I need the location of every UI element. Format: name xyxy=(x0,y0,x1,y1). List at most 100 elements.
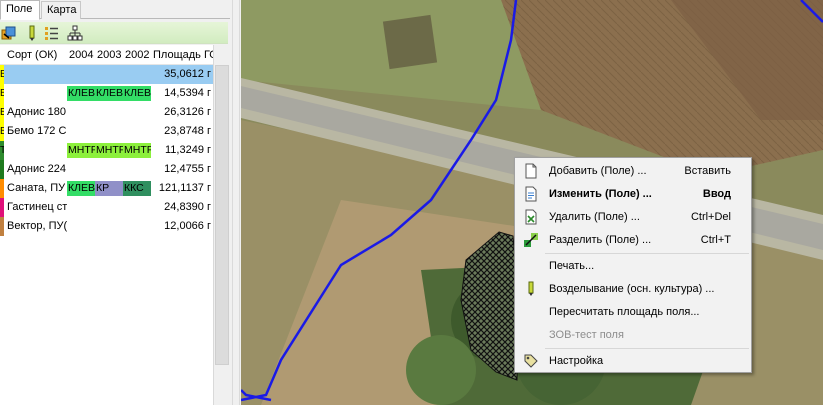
menu-item-label: Добавить (Поле) ... xyxy=(549,165,647,177)
cell-area: 26,3126 г xyxy=(164,106,211,118)
crop-code-badge: МНТР xyxy=(123,143,151,158)
column-header-2003[interactable]: 2003 xyxy=(97,45,123,65)
cell-y2002 xyxy=(123,103,151,122)
cell-y2003: КЛЕВ xyxy=(95,84,123,103)
layers-add-icon[interactable] xyxy=(1,25,17,41)
cell-y2004 xyxy=(67,217,95,236)
menu-item-shortcut: Ввод xyxy=(702,188,731,200)
table-row[interactable]: ВАдонис 180 26,3126 г xyxy=(0,103,213,122)
cell-y2002 xyxy=(123,122,151,141)
cell-y2002: ККС xyxy=(123,179,151,198)
context-menu: Добавить (Поле) ... Вставить Изменить (Пол… xyxy=(514,157,752,373)
cell-y2004 xyxy=(67,103,95,122)
cell-y2002: МНТР xyxy=(123,141,151,160)
document-edit-icon xyxy=(525,186,537,202)
crop-code-badge: МНТР xyxy=(67,143,95,158)
pencil-crop-icon[interactable] xyxy=(24,25,40,41)
tab-karta[interactable]: Карта xyxy=(41,1,81,19)
cell-sort: Вектор, ПУ( xyxy=(7,220,67,232)
menu-item-2[interactable]: Изменить (Поле) ... Ввод xyxy=(517,183,749,205)
menu-item-3[interactable]: Удалить (Поле) ... Ctrl+Del xyxy=(517,206,749,228)
menu-item-6[interactable]: Возделывание (осн. культура) ... xyxy=(517,278,749,300)
menu-item-7[interactable]: Пересчитать площадь поля... xyxy=(517,301,749,323)
table-row[interactable]: Гастинец ст 24,8390 г xyxy=(0,198,213,217)
menu-item-9[interactable]: Настройка xyxy=(517,350,749,372)
menu-item-8[interactable]: ЗОВ-тест поля xyxy=(517,324,749,346)
crop-code-badge: КЛЕВ xyxy=(67,181,95,196)
tree-cluster-3 xyxy=(406,335,476,405)
menu-item-label: Удалить (Поле) ... xyxy=(549,211,640,223)
panel-splitter[interactable] xyxy=(232,0,240,405)
menu-separator xyxy=(545,348,749,349)
column-header-area[interactable]: Площадь ГО xyxy=(153,45,213,65)
row-color-marker xyxy=(0,217,4,236)
cell-y2002 xyxy=(123,65,151,84)
tab-pole[interactable]: Поле xyxy=(0,0,40,20)
table-row[interactable]: Вектор, ПУ(12,0066 г xyxy=(0,217,213,236)
cell-y2003 xyxy=(95,198,123,217)
crop-code-badge: МНТР xyxy=(95,143,123,158)
menu-item-4[interactable]: Разделить (Поле) ... Ctrl+T xyxy=(517,229,749,251)
cell-area: 11,3249 г xyxy=(164,144,211,156)
cell-y2003 xyxy=(95,160,123,179)
crop-code-badge: ККС xyxy=(123,181,151,196)
cell-y2004: КЛЕВ xyxy=(67,179,95,198)
field-table: Сорт (ОК) 2004 2003 2002 Площадь ГО В 35,… xyxy=(0,45,214,405)
menu-item-shortcut: Вставить xyxy=(684,165,731,177)
row-color-marker: В xyxy=(0,122,4,141)
crop-code-badge: КЛЕВ xyxy=(123,86,151,101)
cell-sort: Бемо 172 СЕ xyxy=(7,125,67,137)
table-row[interactable]: Адонис 224 12,4755 г xyxy=(0,160,213,179)
cell-y2004: КЛЕВ xyxy=(67,84,95,103)
menu-item-label: Изменить (Поле) ... xyxy=(549,188,652,200)
document-new-icon xyxy=(525,163,537,179)
column-header-2002[interactable]: 2002 xyxy=(125,45,152,65)
cell-y2002 xyxy=(123,217,151,236)
crop-code-badge: КР xyxy=(95,181,123,196)
square-plot xyxy=(382,14,438,70)
table-row[interactable]: Саната, ПУ КЛЕВ КР ККС 121,1137 г xyxy=(0,179,213,198)
split-icon xyxy=(524,233,538,247)
cell-y2003 xyxy=(95,217,123,236)
cell-y2004 xyxy=(67,65,95,84)
column-header-2004[interactable]: 2004 xyxy=(69,45,95,65)
cell-area: 24,8390 г xyxy=(164,201,211,213)
cell-sort xyxy=(7,65,67,84)
row-color-marker: В xyxy=(0,84,4,103)
crop-code-badge: КЛЕВ xyxy=(95,86,123,101)
row-color-marker xyxy=(0,179,4,198)
list-edit-icon[interactable] xyxy=(44,25,60,41)
crop-cultivation-icon xyxy=(528,281,534,296)
cell-y2004 xyxy=(67,160,95,179)
row-color-marker xyxy=(0,198,4,217)
menu-item-5[interactable]: Печать... xyxy=(517,255,749,277)
table-row[interactable]: ВКЛЕВКЛЕВКЛЕВ14,5394 г xyxy=(0,84,213,103)
row-color-marker: Т xyxy=(0,141,4,160)
cell-sort: Саната, ПУ xyxy=(7,182,66,194)
cell-area: 14,5394 г xyxy=(164,87,211,99)
row-color-marker xyxy=(0,160,4,179)
cell-area: 23,8748 г xyxy=(164,125,211,137)
menu-item-label: Возделывание (осн. культура) ... xyxy=(549,283,715,295)
menu-item-shortcut: Ctrl+Del xyxy=(690,211,731,223)
table-row[interactable]: В 35,0612 г xyxy=(0,65,213,84)
hierarchy-icon[interactable] xyxy=(67,25,83,41)
scrollbar-thumb[interactable] xyxy=(215,65,229,365)
cell-y2004: МНТР xyxy=(67,141,95,160)
cell-y2003 xyxy=(95,103,123,122)
cell-sort: Адонис 224 xyxy=(7,163,67,175)
table-row[interactable]: ТМНТРМНТРМНТР11,3249 г xyxy=(0,141,213,160)
cell-area: 121,1137 г xyxy=(158,182,211,194)
table-scrollbar[interactable] xyxy=(214,45,230,405)
cell-y2003 xyxy=(95,65,123,84)
cell-sort: Гастинец ст xyxy=(7,201,67,213)
table-row[interactable]: ВБемо 172 СЕ 23,8748 г xyxy=(0,122,213,141)
column-header-sort[interactable]: Сорт (ОК) xyxy=(7,45,67,65)
menu-item-shortcut: Ctrl+T xyxy=(700,234,731,246)
cell-y2003: КР xyxy=(95,179,123,198)
cell-sort: Адонис 180 xyxy=(7,106,67,118)
cell-y2002 xyxy=(123,198,151,217)
menu-item-1[interactable]: Добавить (Поле) ... Вставить xyxy=(517,160,749,182)
cell-y2002: КЛЕВ xyxy=(123,84,151,103)
menu-item-label: Настройка xyxy=(549,355,604,367)
